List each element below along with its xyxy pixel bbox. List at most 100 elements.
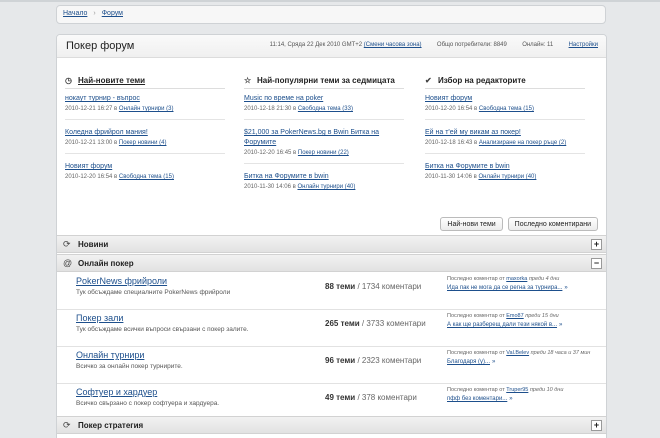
editors-choice-column: ✔ Избор на редакторите Новият форум 2010-… [425,73,585,190]
current-datetime: 11:14, Сряда 22 Дек 2010 GMT+2 [269,42,363,48]
topic-forum-link[interactable]: Покер новини (22) [298,150,349,156]
section-poker-strategy[interactable]: ⟳ Покер стратегия + [57,416,606,434]
change-timezone-link[interactable]: (Смени часова зона) [364,42,422,48]
topic-link[interactable]: $21,000 за PokerNews.bg в Bwin Битка на … [244,128,404,148]
forum-name-link[interactable]: Онлайн турнири [76,350,144,360]
topic-date: 2010-12-21 16:27 в [65,106,118,112]
breadcrumb-home-link[interactable]: Начало [63,10,87,17]
expand-button[interactable]: + [591,420,602,431]
column-title-editors: Избор на редакторите [438,75,526,85]
section-online-poker[interactable]: @ Онлайн покер − [57,254,606,272]
topic-item: Music по време на poker 2010-12-18 21:30… [244,94,404,120]
last-comment-topic-link[interactable]: Благодаря (у)... [447,359,490,365]
settings-link[interactable]: Настройки [569,42,598,48]
collapse-button[interactable]: − [591,258,602,269]
section-title: Новини [78,240,109,249]
forum-stats: 49 теми / 378 коментари [325,393,417,402]
page-title: Покер форум [66,40,135,52]
online-users: Онлайн: 11 [522,42,554,48]
topic-link[interactable]: Битка на Форумите в bwin [244,172,404,182]
topic-filter-buttons: Най-нови теми Последно коментирани [440,217,598,231]
panel-header: Покер форум 11:14, Сряда 22 Дек 2010 GMT… [57,35,606,58]
section-title: Покер стратегия [78,421,144,430]
popular-topics-column: ☆ Най-популярни теми за седмицата Music п… [244,73,404,200]
refresh-icon: ⟳ [63,239,71,249]
last-comment-user-link[interactable]: Truper95 [506,387,528,393]
breadcrumb-forum-link[interactable]: Форум [102,10,123,17]
column-title-popular: Най-популярни теми за седмицата [257,75,395,85]
breadcrumb-separator: › [93,10,96,17]
refresh-icon: ⟳ [63,420,71,430]
newest-topics-button[interactable]: Най-нови теми [440,217,503,231]
topic-date: 2010-11-30 14:06 в [244,184,296,190]
column-title-newest[interactable]: Най-новите теми [78,76,145,85]
topic-item: Новият форум 2010-12-20 16:54 в Свободна… [65,162,225,182]
last-comment: Последно коментар от Val.Belev преди 18 … [447,350,591,367]
section-title: Онлайн покер [78,259,134,268]
arrow-right-icon[interactable]: » [559,321,562,330]
last-comment-topic-link[interactable]: А как ще разберещ дали тези някой в... [447,322,557,328]
last-comment-user-link[interactable]: Emo87 [506,313,523,319]
arrow-right-icon[interactable]: » [564,284,567,293]
topic-link[interactable]: Music по време на poker [244,94,404,104]
forum-stats: 96 теми / 2323 коментари [325,356,422,365]
topic-date: 2010-12-20 16:45 в [244,150,297,156]
last-comment-topic-link[interactable]: Ида пак не мога да се регна за турнира..… [447,285,562,291]
last-comment-user-link[interactable]: maxorka [506,276,527,282]
breadcrumb: Начало › Форум [56,5,606,24]
last-comment: Последно коментар от maxorka преди 4 дни… [447,276,568,293]
topic-forum-link[interactable]: Покер новини (4) [119,140,167,146]
topic-item: Битка на Форумите в bwin 2010-11-30 14:0… [425,162,585,182]
last-comment-user-link[interactable]: Val.Belev [506,350,529,356]
clock-icon: ◷ [65,75,72,85]
topic-link[interactable]: Новият форум [65,162,225,172]
last-commented-button[interactable]: Последно коментирани [507,217,598,231]
topic-date: 2010-12-20 16:54 в [65,174,118,180]
topic-item: Ей на т'ей му викам аз покер! 2010-12-18… [425,128,585,154]
topic-link[interactable]: Новият форум [425,94,585,104]
topic-forum-link[interactable]: Анализиране на покер ръце (2) [479,140,566,146]
arrow-right-icon[interactable]: » [492,358,495,367]
topic-forum-link[interactable]: Свободна тема (15) [479,106,534,112]
check-icon: ✔ [425,75,432,85]
at-icon: @ [63,258,73,268]
topic-link[interactable]: нокаут турнир - въпрос [65,94,225,104]
arrow-right-icon[interactable]: » [509,395,512,404]
expand-button[interactable]: + [591,239,602,250]
topic-item: Коледна фрийрол мания! 2010-12-21 13:00 … [65,128,225,154]
topic-link[interactable]: Коледна фрийрол мания! [65,128,225,138]
topic-forum-link[interactable]: Онлайн турнири (40) [297,184,355,190]
forum-name-link[interactable]: PokerNews фрийроли [76,276,167,286]
forum-panel: Покер форум 11:14, Сряда 22 Дек 2010 GMT… [56,34,607,438]
top-border [0,0,660,2]
forum-stats: 265 теми / 3733 коментари [325,319,426,328]
last-comment-topic-link[interactable]: пфф без коментари... [447,396,507,402]
topic-forum-link[interactable]: Онлайн турнири (3) [119,106,174,112]
star-icon: ☆ [244,75,252,85]
topic-link[interactable]: Ей на т'ей му викам аз покер! [425,128,585,138]
topic-forum-link[interactable]: Свободна тема (15) [119,174,174,180]
topic-item: $21,000 за PokerNews.bg в Bwin Битка на … [244,128,404,164]
topic-forum-link[interactable]: Онлайн турнири (40) [478,174,536,180]
forum-row: PokerNews фрийроли Тук обсъждаме специал… [57,273,606,310]
forum-name-link[interactable]: Софтуер и хардуер [76,387,157,397]
forum-stats: 88 теми / 1734 коментари [325,282,422,291]
topic-date: 2010-12-20 16:54 в [425,106,478,112]
topic-date: 2010-12-18 16:43 в [425,140,478,146]
section-news[interactable]: ⟳ Новини + [57,235,606,253]
last-comment: Последно коментар от Emo87 преди 15 дни … [447,313,563,330]
topic-forum-link[interactable]: Свободна тема (33) [298,106,353,112]
newest-topics-column: ◷ Най-новите теми нокаут турнир - въпрос … [65,73,225,190]
header-meta: 11:14, Сряда 22 Дек 2010 GMT+2 (Смени ча… [270,42,598,48]
forum-description: Всичко за онлайн покер турнирите. [76,363,183,370]
forum-row: Покер зали Тук обсъждаме всички въпроси … [57,310,606,347]
total-users: Общо потребители: 8849 [436,42,507,48]
topic-date: 2010-11-30 14:06 в [425,174,477,180]
forum-name-link[interactable]: Покер зали [76,313,123,323]
topic-item: Битка на Форумите в bwin 2010-11-30 14:0… [244,172,404,192]
forum-description: Тук обсъждаме всички въпроси свързани с … [76,326,249,333]
forum-description: Тук обсъждаме специалните PokerNews фрий… [76,289,231,296]
topic-link[interactable]: Битка на Форумите в bwin [425,162,585,172]
last-comment: Последно коментар от Truper95 преди 10 д… [447,387,564,404]
topic-date: 2010-12-21 13:00 в [65,140,118,146]
